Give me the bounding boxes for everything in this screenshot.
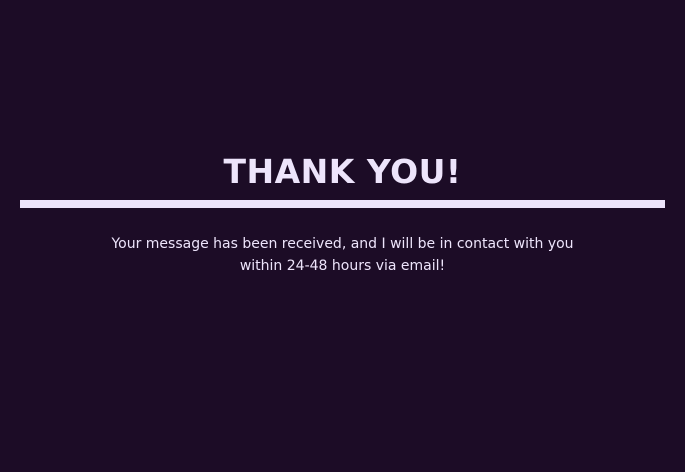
confirmation-message: Your message has been received, and I wi…: [111, 236, 574, 274]
thank-you-page: THANK YOU! Your message has been receive…: [0, 0, 685, 472]
thank-you-title: THANK YOU!: [223, 152, 462, 191]
title-divider: [20, 200, 665, 208]
